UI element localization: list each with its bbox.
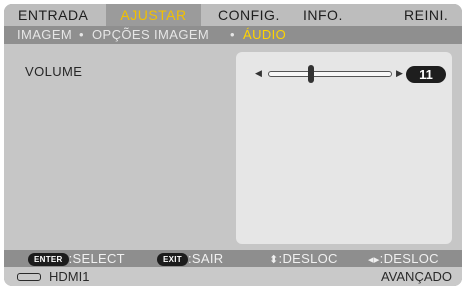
tab-config[interactable]: CONFIG. — [218, 4, 280, 26]
status-bar: HDMI1 AVANÇADO — [4, 267, 462, 286]
breadcrumb-audio[interactable]: ÁUDIO — [243, 26, 286, 44]
volume-control-area: ◀ ▶ 11 — [236, 52, 452, 244]
arrow-left-icon[interactable]: ◀ — [255, 68, 262, 79]
up-down-arrows-icon: ⬍ — [269, 254, 279, 266]
help-enter-text: :SELECT — [68, 251, 125, 266]
volume-slider-knob[interactable] — [308, 65, 315, 83]
arrow-right-icon[interactable]: ▶ — [396, 68, 403, 79]
help-exit-text: :SAIR — [187, 251, 224, 266]
help-updown-text: :DESLOC — [278, 251, 338, 266]
help-bar: ENTER:SELECT EXIT:SAIR ⬍:DESLOC ◂▸:DESLO… — [4, 250, 462, 267]
input-source: HDMI1 — [49, 269, 90, 284]
breadcrumb-opcoes-imagem[interactable]: OPÇÕES IMAGEM — [92, 26, 209, 44]
help-exit: EXIT:SAIR — [157, 250, 223, 267]
exit-key-icon: EXIT — [157, 253, 188, 266]
breadcrumb-separator: • — [230, 27, 235, 42]
hdmi-input-icon — [17, 273, 41, 281]
left-right-arrows-icon: ◂▸ — [368, 254, 380, 266]
breadcrumb-separator: • — [79, 27, 84, 42]
enter-key-icon: ENTER — [28, 253, 69, 266]
tab-ajustar[interactable]: AJUSTAR — [106, 4, 201, 26]
volume-label: VOLUME — [25, 64, 83, 79]
breadcrumb: IMAGEM • OPÇÕES IMAGEM • ÁUDIO — [4, 26, 462, 44]
help-enter: ENTER:SELECT — [28, 250, 125, 267]
tab-entrada[interactable]: ENTRADA — [18, 4, 88, 26]
osd-menu: ENTRADA AJUSTAR CONFIG. INFO. REINI. IMA… — [4, 4, 462, 286]
settings-panel: VOLUME ◀ ▶ 11 — [4, 44, 462, 250]
tab-bar: ENTRADA AJUSTAR CONFIG. INFO. REINI. — [4, 4, 462, 26]
volume-slider-track[interactable] — [268, 71, 392, 77]
breadcrumb-imagem[interactable]: IMAGEM — [17, 26, 72, 44]
tab-info[interactable]: INFO. — [303, 4, 343, 26]
help-leftright-text: :DESLOC — [379, 251, 439, 266]
volume-value: 11 — [406, 66, 446, 83]
tab-reini[interactable]: REINI. — [404, 4, 448, 26]
menu-mode: AVANÇADO — [380, 269, 452, 284]
